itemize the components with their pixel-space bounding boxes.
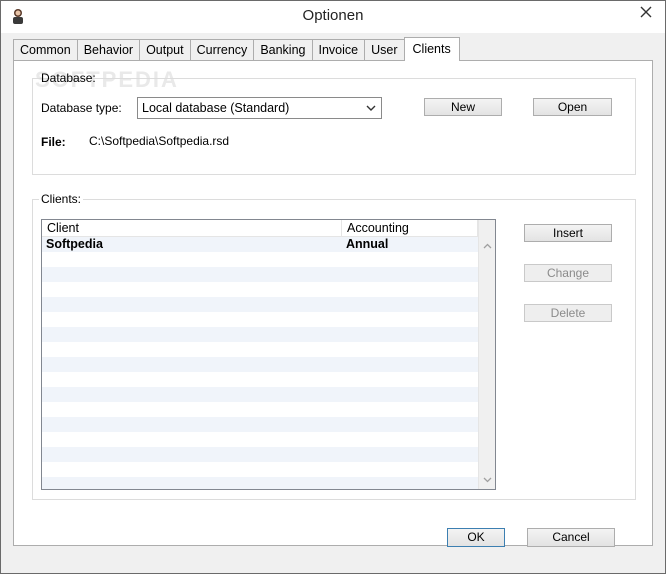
column-header-accounting[interactable]: Accounting [342, 220, 478, 237]
close-icon [640, 6, 652, 18]
title-bar[interactable]: Optionen [1, 1, 665, 33]
database-type-select[interactable]: Local database (Standard) [137, 97, 382, 119]
ok-button[interactable]: OK [447, 528, 505, 547]
delete-client-button[interactable]: Delete [524, 304, 612, 322]
clients-list[interactable]: Client Accounting Softpedia Annual [41, 219, 496, 490]
empty-row [42, 342, 478, 357]
tab-strip: Common Behavior Output Currency Banking … [13, 37, 460, 61]
tab-clients[interactable]: Clients [403, 37, 460, 61]
database-type-value: Local database (Standard) [142, 101, 290, 115]
client-accounting-cell: Annual [346, 237, 389, 251]
empty-row [42, 252, 478, 267]
client-name-cell: Softpedia [46, 237, 103, 251]
new-database-button[interactable]: New [424, 98, 502, 116]
cancel-button[interactable]: Cancel [527, 528, 615, 547]
scrollbar-corner [478, 220, 495, 237]
list-header: Client Accounting [42, 220, 478, 237]
empty-row [42, 327, 478, 342]
scroll-up-icon[interactable] [481, 240, 494, 253]
empty-row [42, 402, 478, 417]
database-group: Database: [32, 71, 636, 175]
empty-row [42, 417, 478, 432]
tab-invoice[interactable]: Invoice [311, 39, 366, 61]
column-header-client[interactable]: Client [42, 220, 342, 237]
tab-currency[interactable]: Currency [189, 39, 255, 61]
tab-common[interactable]: Common [13, 39, 78, 61]
database-group-label: Database: [41, 71, 96, 85]
empty-row [42, 447, 478, 462]
list-rows: Softpedia Annual [42, 237, 478, 489]
tab-behavior[interactable]: Behavior [76, 39, 141, 61]
tab-output[interactable]: Output [139, 39, 191, 61]
empty-row [42, 267, 478, 282]
empty-row [42, 387, 478, 402]
empty-row [42, 357, 478, 372]
empty-row [42, 462, 478, 477]
empty-row [42, 312, 478, 327]
empty-row [42, 432, 478, 447]
window-title: Optionen [302, 7, 364, 24]
empty-row [42, 477, 478, 489]
insert-client-button[interactable]: Insert [524, 224, 612, 242]
chevron-down-icon [364, 101, 378, 115]
empty-row [42, 282, 478, 297]
tab-user[interactable]: User [364, 39, 405, 61]
clients-group-label: Clients: [39, 192, 84, 206]
file-path: C:\Softpedia\Softpedia.rsd [89, 134, 230, 148]
open-database-button[interactable]: Open [533, 98, 612, 116]
empty-row [42, 372, 478, 387]
file-label: File: [41, 135, 66, 149]
scroll-down-icon[interactable] [481, 473, 494, 486]
database-type-label: Database type: [41, 101, 122, 115]
tab-banking[interactable]: Banking [253, 39, 313, 61]
change-client-button[interactable]: Change [524, 264, 612, 282]
vertical-scrollbar[interactable] [478, 237, 495, 489]
close-button[interactable] [631, 1, 661, 23]
options-dialog: Optionen Common Behavior Output Currency… [0, 0, 666, 574]
table-row[interactable]: Softpedia Annual [42, 237, 478, 252]
empty-row [42, 297, 478, 312]
